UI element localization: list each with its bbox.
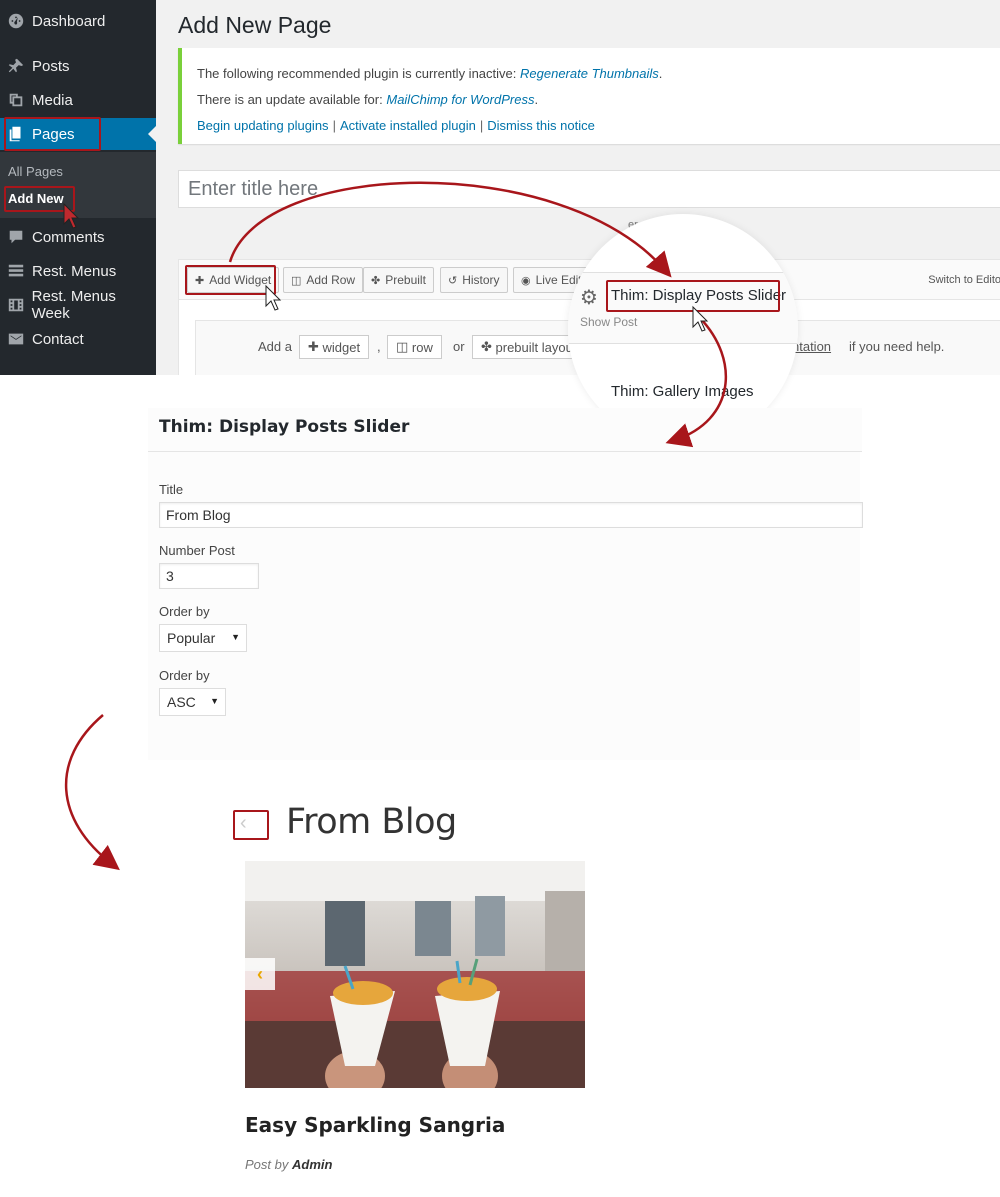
order-by-select[interactable]: Popular ▼ <box>159 624 247 652</box>
title-field[interactable]: From Blog <box>159 502 863 528</box>
sidebar-item-label: Dashboard <box>32 12 106 30</box>
film-icon <box>6 296 26 314</box>
title-label: Title <box>159 482 184 497</box>
caret-down-icon: ▼ <box>210 696 219 706</box>
switch-editor-link[interactable]: Switch to Edito <box>928 274 1000 286</box>
highlight-add-new <box>4 186 75 212</box>
widget-form-title: Thim: Display Posts Slider <box>159 417 410 437</box>
empty-text: if you need help. <box>849 339 945 354</box>
button-label: Prebuilt <box>385 273 426 287</box>
prebuilt-button[interactable]: ✤ Prebuilt <box>363 267 434 293</box>
button-label: row <box>411 339 433 355</box>
row-icon: ◫ <box>291 274 302 287</box>
submenu-item-all-pages[interactable]: All Pages <box>8 164 63 179</box>
number-post-label: Number Post <box>159 543 235 558</box>
layout-icon: ✤ <box>371 274 381 287</box>
empty-row-button[interactable]: ◫ row <box>387 335 442 359</box>
sidebar-item-label: Contact <box>32 330 84 348</box>
empty-text: or <box>453 339 465 354</box>
sidebar-item-rest-menus[interactable]: Rest. Menus <box>0 255 156 287</box>
media-icon <box>6 91 26 109</box>
order-by-label: Order by <box>159 604 210 619</box>
posts-slider-heading: From Blog <box>286 802 457 842</box>
select-value: Popular <box>167 630 216 646</box>
divider <box>568 343 798 344</box>
notice-actions: Begin updating plugins | Activate installe… <box>197 118 595 133</box>
sidebar-item-label: Media <box>32 91 73 109</box>
begin-updating-link[interactable]: Begin updating plugins <box>197 118 329 133</box>
post-thumbnail[interactable] <box>245 861 585 1088</box>
active-menu-pointer <box>148 126 156 142</box>
sidebar-item-posts[interactable]: Posts <box>0 50 156 82</box>
sidebar-item-rest-menus-week[interactable]: Rest. Menus Week <box>0 288 156 322</box>
history-button[interactable]: ↺ History <box>440 267 508 293</box>
button-label: Add Row <box>306 273 356 287</box>
empty-text: Add a <box>258 339 292 354</box>
notice-text: The following recommended plugin is curr… <box>197 66 517 81</box>
layout-icon: ✤ <box>481 339 496 354</box>
list-icon <box>6 262 26 280</box>
highlight-add-widget <box>185 265 276 295</box>
empty-widget-button[interactable]: ✚ widget <box>299 335 370 359</box>
arrow-to-frontend <box>64 714 120 871</box>
empty-text: , <box>377 339 381 354</box>
wp-admin-screen: Dashboard Posts Media Pages All Pages Ad… <box>0 0 1000 375</box>
button-label: widget <box>322 339 361 355</box>
chevron-left-icon: ‹ <box>257 963 263 984</box>
dashboard-icon <box>6 12 26 30</box>
post-author[interactable]: Admin <box>292 1157 332 1172</box>
mail-icon <box>6 330 26 348</box>
highlight-prev-arrow <box>233 810 269 840</box>
page-title: Add New Page <box>178 12 332 38</box>
caret-down-icon: ▼ <box>231 632 240 642</box>
number-post-field[interactable]: 3 <box>159 563 259 589</box>
post-by-text: Post by <box>245 1157 289 1172</box>
order-direction-select[interactable]: ASC ▼ <box>159 688 226 716</box>
notice-plugin-link[interactable]: Regenerate Thumbnails <box>520 66 659 81</box>
sidebar-item-label: Rest. Menus Week <box>31 288 116 322</box>
plugin-notice: The following recommended plugin is curr… <box>178 48 1000 144</box>
notice-line-update: There is an update available for: MailCh… <box>197 92 539 107</box>
gear-icon: ⚙ <box>580 287 598 309</box>
eye-icon: ◉ <box>521 274 531 287</box>
widget-form-header: Thim: Display Posts Slider <box>148 408 862 452</box>
sidebar-item-label: Comments <box>32 228 105 246</box>
sidebar-item-label: Posts <box>32 57 70 75</box>
add-row-button[interactable]: ◫ Add Row <box>283 267 364 293</box>
button-label: History <box>462 273 500 287</box>
sidebar-item-comments[interactable]: Comments <box>0 221 156 253</box>
history-icon: ↺ <box>448 274 458 287</box>
slider-prev-button[interactable]: ‹ <box>245 958 275 990</box>
title-input[interactable]: Enter title here <box>178 170 1000 208</box>
select-value: ASC <box>167 694 196 710</box>
sidebar-item-label: Rest. Menus <box>32 262 117 280</box>
sidebar-item-dashboard[interactable]: Dashboard <box>0 5 156 37</box>
dismiss-notice-link[interactable]: Dismiss this notice <box>487 118 595 133</box>
highlight-pages <box>4 117 101 151</box>
chevron-left-icon[interactable]: ‹ <box>240 812 247 835</box>
activate-plugin-link[interactable]: Activate installed plugin <box>340 118 476 133</box>
widget-title-gallery-images[interactable]: Thim: Gallery Images <box>611 383 754 400</box>
post-title[interactable]: Easy Sparkling Sangria <box>245 1113 505 1137</box>
notice-line-inactive: The following recommended plugin is curr… <box>197 66 663 81</box>
notice-text: There is an update available for: <box>197 92 383 107</box>
empty-prebuilt-button[interactable]: ✤ prebuilt layou <box>472 335 582 359</box>
sidebar-item-contact[interactable]: Contact <box>0 323 156 355</box>
widget-settings-form: Thim: Display Posts Slider Title From Bl… <box>148 408 863 760</box>
highlight-widget-title <box>606 280 780 312</box>
notice-plugin-link[interactable]: MailChimp for WordPress <box>386 92 534 107</box>
row-icon: ◫ <box>396 339 412 354</box>
sidebar-item-media[interactable]: Media <box>0 84 156 116</box>
post-meta: Post by Admin <box>245 1157 332 1172</box>
pin-icon <box>6 57 26 75</box>
order-direction-label: Order by <box>159 668 210 683</box>
comment-icon <box>6 228 26 246</box>
plus-icon: ✚ <box>308 339 323 354</box>
button-label: prebuilt layou <box>495 339 573 355</box>
widget-desc: Show Post <box>580 315 638 329</box>
